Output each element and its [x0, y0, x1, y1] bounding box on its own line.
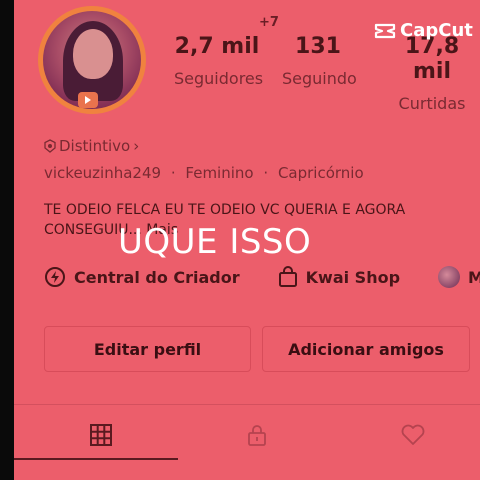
- capcut-label: CapCut: [400, 20, 473, 41]
- add-friends-button[interactable]: Adicionar amigos: [262, 326, 470, 372]
- capcut-watermark: CapCut: [374, 20, 473, 41]
- capcut-logo-icon: [374, 23, 396, 38]
- tab-posts[interactable]: [86, 420, 116, 450]
- badge-icon: [44, 139, 56, 153]
- active-tab-indicator: [14, 458, 178, 460]
- separator: ·: [170, 164, 176, 182]
- creator-center-label: Central do Criador: [74, 267, 240, 287]
- badge-label: Distintivo: [59, 137, 131, 155]
- following-count: 131: [295, 34, 341, 59]
- edit-profile-button[interactable]: Editar perfil: [44, 326, 251, 372]
- grid-icon: [90, 424, 112, 446]
- chevron-right-icon: ›: [133, 137, 140, 155]
- followers-count: 2,7 mil: [174, 34, 260, 59]
- separator: ·: [263, 164, 269, 182]
- story-count-badge: +7: [259, 15, 279, 30]
- lightning-icon: [45, 267, 65, 287]
- avatar-face: [73, 29, 113, 79]
- tab-private[interactable]: [242, 420, 272, 450]
- badge-link[interactable]: Distintivo ›: [44, 137, 139, 155]
- tab-liked[interactable]: [398, 420, 428, 450]
- profile-info-line: vickeuzinha249 · Feminino · Capricórnio: [44, 164, 364, 182]
- creator-center-link[interactable]: Central do Criador: [44, 266, 240, 288]
- gender: Feminino: [185, 164, 254, 182]
- left-black-bar: [0, 0, 14, 480]
- followers-stat[interactable]: 2,7 mil Seguidores: [174, 34, 264, 88]
- avatar-icon: [438, 266, 461, 288]
- tabs-divider: [14, 404, 480, 405]
- video-caption: UQUE ISSO: [118, 222, 312, 262]
- profile-screen: +7 2,7 mil Seguidores 131 Seguindo 17,8 …: [14, 0, 480, 480]
- bio-line-1: TE ODEIO FELCA EU TE ODEIO VC QUERIA E A…: [44, 202, 406, 218]
- heart-icon: [401, 424, 425, 445]
- live-play-icon: [78, 92, 98, 108]
- my-link-label: Minha: [468, 267, 480, 287]
- following-stat[interactable]: 131 Seguindo: [282, 34, 357, 88]
- profile-links: Central do Criador Kwai Shop Minha: [44, 262, 480, 292]
- likes-count: 17,8 mil: [404, 34, 460, 84]
- followers-label: Seguidores: [174, 69, 264, 88]
- username: vickeuzinha249: [44, 164, 162, 182]
- kwai-shop-link[interactable]: Kwai Shop: [278, 266, 400, 288]
- kwai-shop-label: Kwai Shop: [305, 267, 401, 287]
- shopping-bag-icon: [278, 266, 297, 287]
- likes-label: Curtidas: [398, 94, 466, 113]
- following-label: Seguindo: [282, 69, 357, 88]
- my-link[interactable]: Minha: [438, 266, 480, 288]
- lock-icon: [248, 425, 266, 446]
- zodiac-sign: Capricórnio: [277, 164, 364, 182]
- likes-stat[interactable]: 17,8 mil Curtidas: [384, 34, 480, 113]
